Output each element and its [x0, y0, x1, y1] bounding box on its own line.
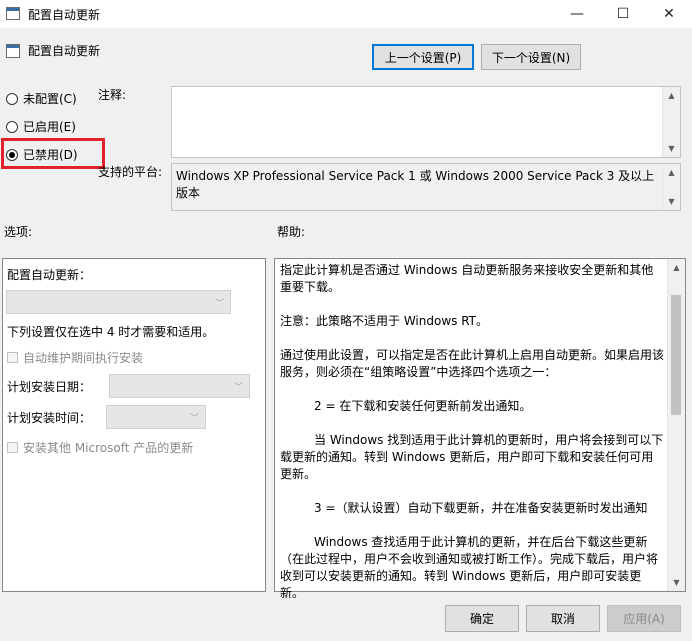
chevron-down-icon: ﹀: [214, 299, 224, 309]
cancel-button[interactable]: 取消: [526, 605, 600, 632]
help-paragraph: 指定此计算机是否通过 Windows 自动更新服务来接收安全更新和其他重要下载。: [280, 263, 654, 294]
help-section-label: 帮助:: [277, 225, 306, 239]
scroll-thumb[interactable]: [671, 295, 681, 415]
help-paragraph: 2 = 在下载和安装任何更新前发出通知。: [314, 399, 532, 413]
options-panel: 配置自动更新： ﹀ 下列设置仅在选中 4 时才需要和适用。 自动维护期间执行安装…: [2, 258, 266, 592]
checkbox-box[interactable]: [7, 442, 18, 453]
ok-button[interactable]: 确定: [445, 605, 519, 632]
radio-enabled[interactable]: 已启用(E): [6, 118, 76, 135]
setting-title: 配置自动更新: [28, 44, 101, 58]
comment-scrollbar[interactable]: ▲ ▼: [662, 87, 680, 157]
radio-circle[interactable]: [6, 92, 18, 105]
checkbox-box[interactable]: [7, 352, 18, 363]
comment-label: 注释:: [98, 88, 127, 102]
help-paragraph: 注意：此策略不适用于 Windows RT。: [280, 314, 488, 328]
next-setting-button[interactable]: 下一个设置(N): [481, 44, 581, 70]
scroll-up-icon[interactable]: ▲: [668, 259, 685, 276]
help-paragraph: 通过使用此设置，可以指定是否在此计算机上启用自动更新。如果启用该服务，则必须在“…: [280, 348, 665, 379]
install-day-dropdown[interactable]: ﹀: [109, 374, 250, 398]
apply-button[interactable]: 应用(A): [607, 605, 681, 632]
maximize-button[interactable]: ☐: [600, 0, 646, 28]
configure-updates-dropdown[interactable]: ﹀: [6, 290, 231, 314]
supported-scrollbar[interactable]: ▲ ▼: [662, 164, 680, 210]
help-text: 指定此计算机是否通过 Windows 自动更新服务来接收安全更新和其他重要下载。…: [280, 262, 664, 602]
scroll-down-icon[interactable]: ▼: [663, 140, 680, 157]
help-scrollbar[interactable]: ▲ ▼: [667, 259, 685, 591]
comment-textarea[interactable]: ▲ ▼: [171, 86, 681, 158]
policy-window-icon: [6, 7, 20, 20]
configure-updates-label: 配置自动更新：: [7, 268, 92, 282]
radio-circle[interactable]: [6, 120, 18, 133]
chevron-down-icon: ﹀: [189, 414, 199, 424]
scroll-down-icon[interactable]: ▼: [668, 574, 685, 591]
help-paragraph: 3 =（默认设置）自动下载更新，并在准备安装更新时发出通知: [314, 501, 648, 515]
checkbox-label: 自动维护期间执行安装: [23, 351, 144, 365]
close-button[interactable]: ✕: [646, 0, 692, 28]
install-time-label: 计划安装时间：: [7, 411, 92, 425]
selection-highlight-box: [1, 138, 105, 169]
options-section-label: 选项:: [4, 225, 33, 239]
window-title: 配置自动更新: [28, 8, 101, 22]
previous-setting-button[interactable]: 上一个设置(P): [372, 44, 474, 70]
options-note: 下列设置仅在选中 4 时才需要和适用。: [7, 325, 215, 339]
install-time-dropdown[interactable]: ﹀: [106, 405, 206, 429]
radio-label: 未配置(C): [23, 92, 77, 106]
radio-label: 已启用(E): [23, 120, 76, 134]
scroll-down-icon[interactable]: ▼: [663, 193, 680, 210]
maintenance-install-checkbox[interactable]: 自动维护期间执行安装: [7, 349, 143, 366]
other-products-checkbox[interactable]: 安装其他 Microsoft 产品的更新: [7, 439, 193, 456]
supported-platforms-text: Windows XP Professional Service Pack 1 或…: [176, 169, 655, 200]
scroll-up-icon[interactable]: ▲: [663, 164, 680, 181]
minimize-button[interactable]: —: [554, 0, 600, 28]
chevron-down-icon: ﹀: [233, 383, 243, 393]
help-panel: 指定此计算机是否通过 Windows 自动更新服务来接收安全更新和其他重要下载。…: [274, 258, 686, 600]
supported-platforms-label: 支持的平台:: [98, 165, 163, 179]
policy-setting-icon: [6, 44, 20, 58]
install-day-label: 计划安装日期：: [7, 380, 92, 394]
radio-not-configured[interactable]: 未配置(C): [6, 90, 77, 107]
scroll-up-icon[interactable]: ▲: [663, 87, 680, 104]
checkbox-label: 安装其他 Microsoft 产品的更新: [23, 441, 194, 455]
help-paragraph: Windows 查找适用于此计算机的更新，并在后台下载这些更新（在此过程中，用户…: [280, 535, 659, 600]
help-paragraph: 当 Windows 找到适用于此计算机的更新时，用户将会接到可以下载更新的通知。…: [280, 433, 664, 481]
supported-platforms-box: Windows XP Professional Service Pack 1 或…: [171, 163, 681, 211]
